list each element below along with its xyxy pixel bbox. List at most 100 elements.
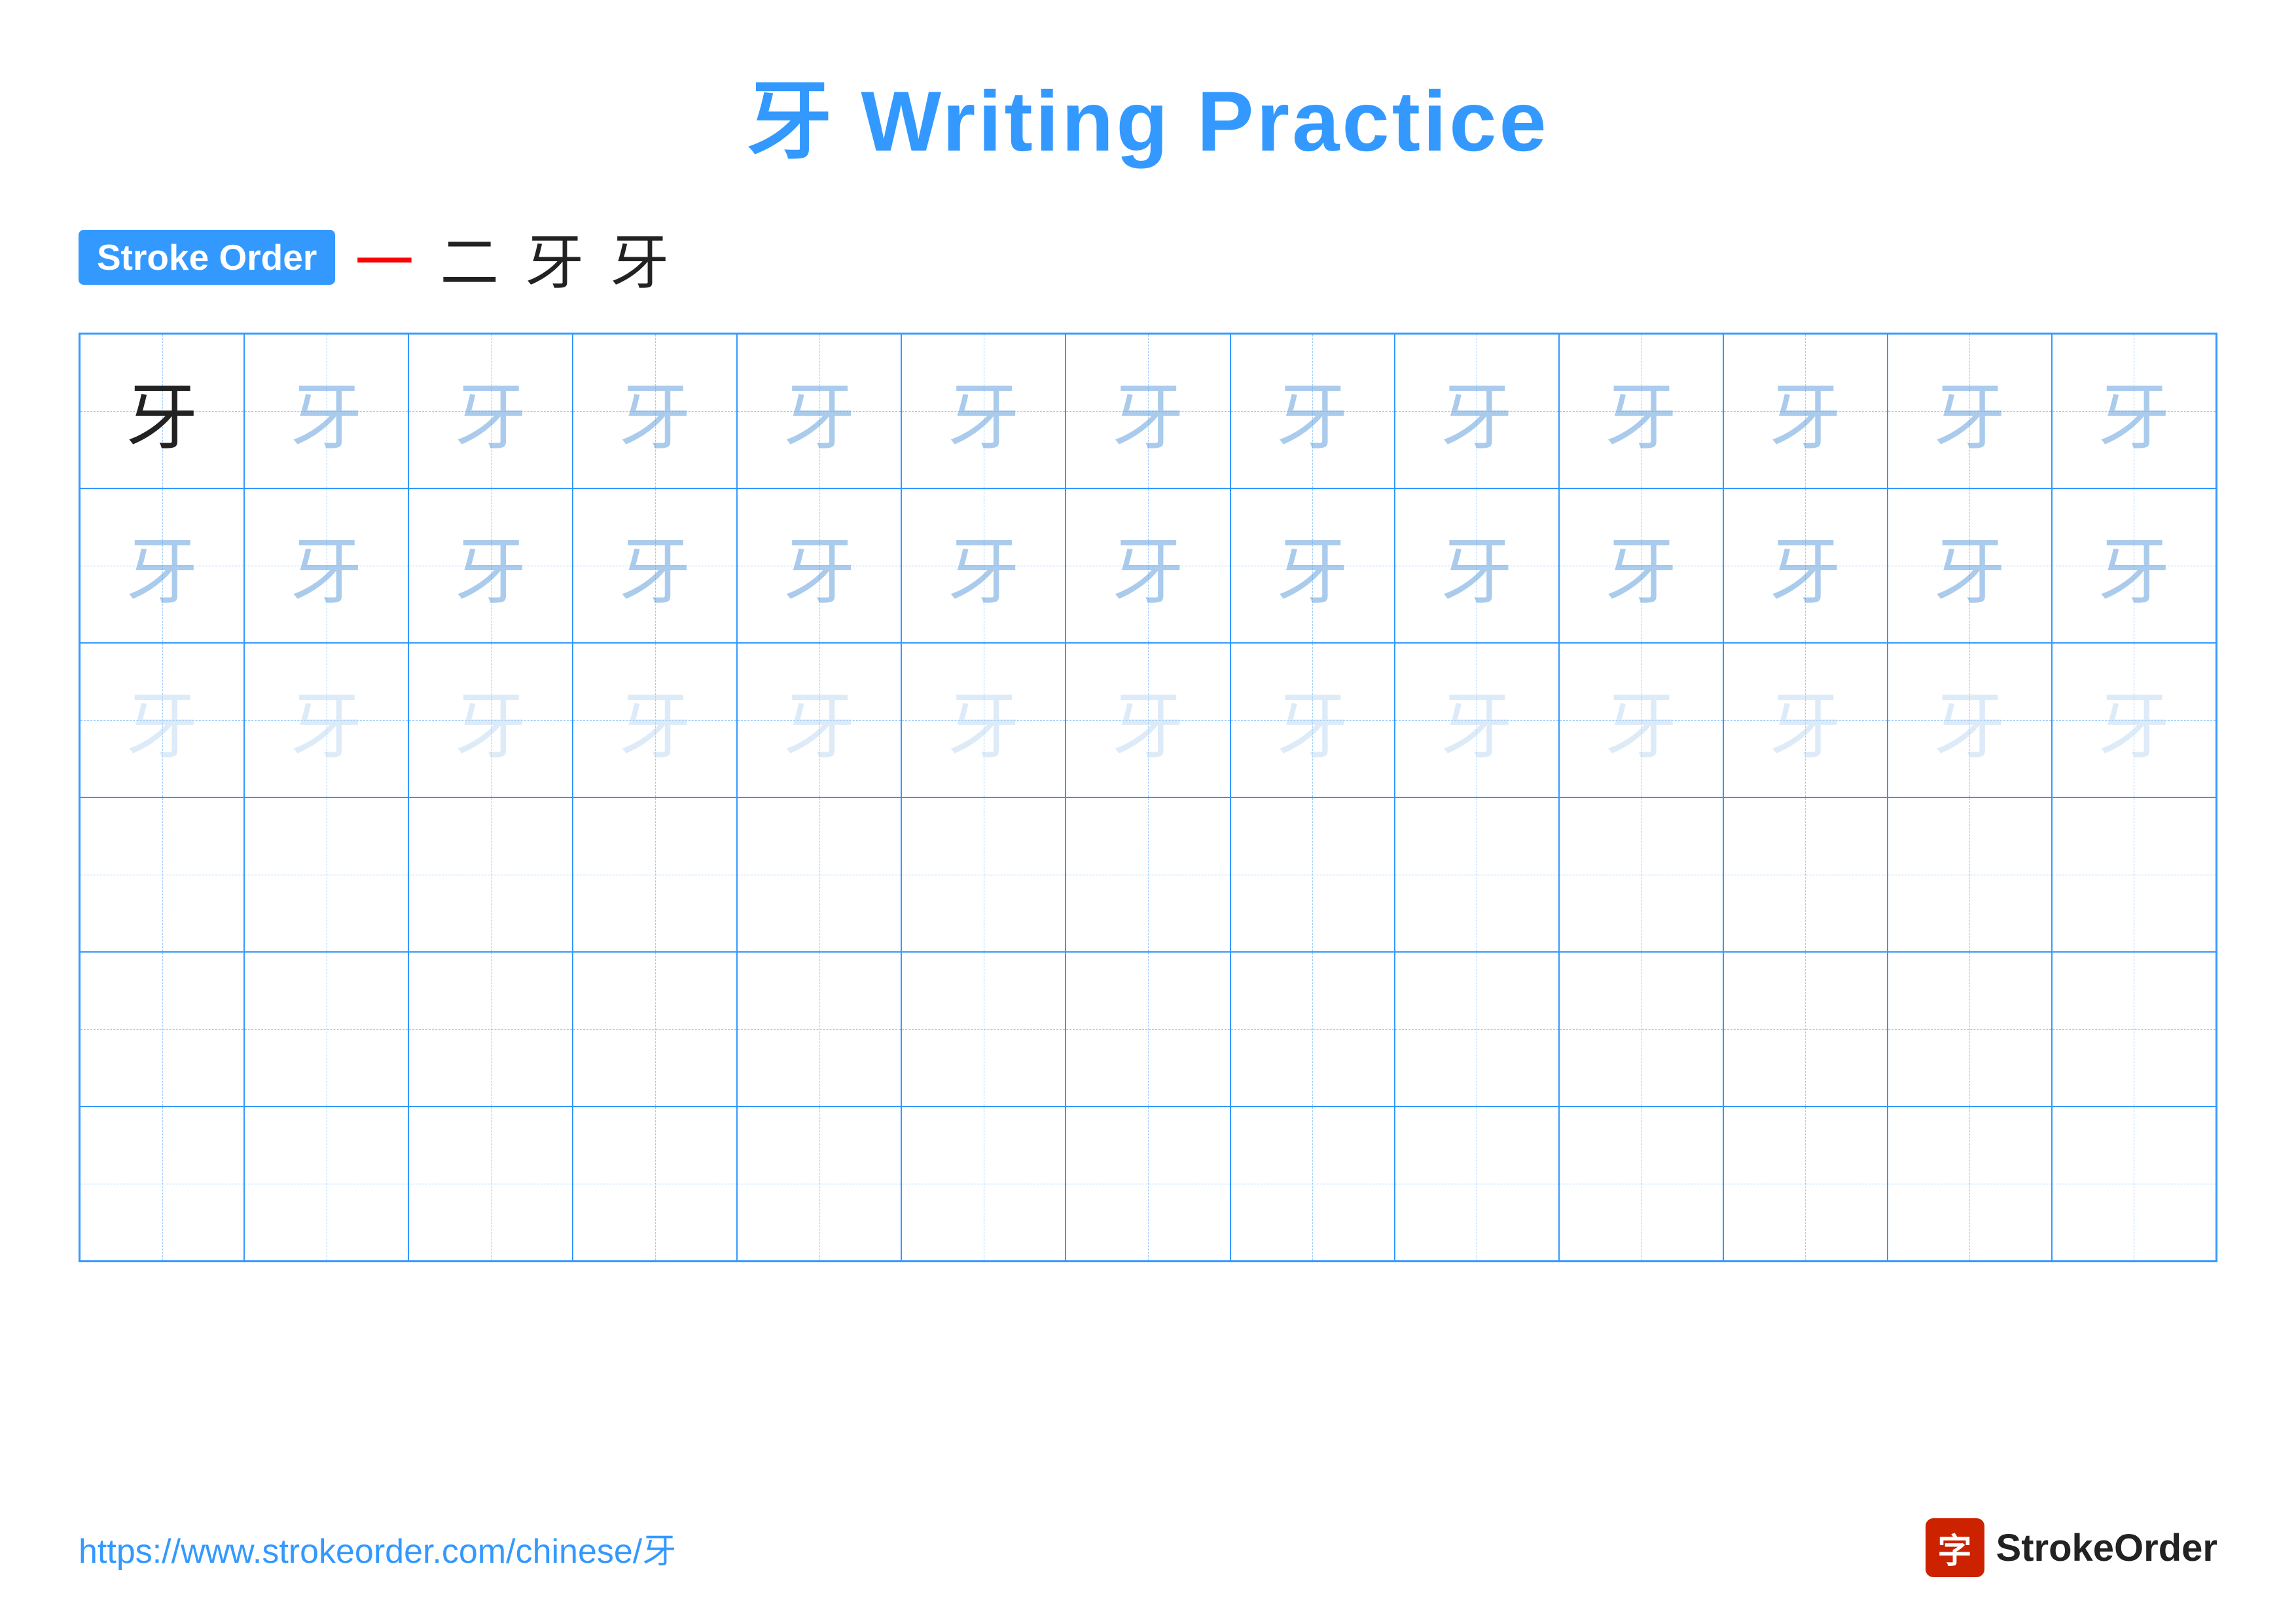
grid-cell[interactable]: 牙 (408, 643, 573, 797)
grid-cell[interactable] (408, 797, 573, 952)
grid-cell[interactable] (737, 952, 901, 1106)
grid-cell[interactable] (80, 1106, 244, 1261)
grid-cell[interactable] (1559, 952, 1723, 1106)
grid-cell[interactable] (2052, 797, 2216, 952)
grid-cell[interactable] (1230, 797, 1395, 952)
grid-cell[interactable] (1395, 797, 1559, 952)
grid-cell[interactable]: 牙 (1888, 488, 2052, 643)
grid-cell[interactable]: 牙 (573, 488, 737, 643)
grid-cell[interactable]: 牙 (573, 643, 737, 797)
grid-cell[interactable]: 牙 (1723, 643, 1888, 797)
writing-grid[interactable]: 牙牙牙牙牙牙牙牙牙牙牙牙牙牙牙牙牙牙牙牙牙牙牙牙牙牙牙牙牙牙牙牙牙牙牙牙牙牙牙 (79, 333, 2217, 1262)
grid-char: 牙 (1769, 359, 1841, 464)
grid-cell[interactable]: 牙 (1888, 334, 2052, 488)
grid-cell[interactable] (901, 952, 1066, 1106)
grid-cell[interactable]: 牙 (1723, 334, 1888, 488)
grid-cell[interactable]: 牙 (408, 334, 573, 488)
grid-cell[interactable]: 牙 (244, 334, 408, 488)
grid-cell[interactable] (80, 797, 244, 952)
logo-text: StrokeOrder (1996, 1526, 2217, 1570)
grid-cell[interactable] (1723, 952, 1888, 1106)
grid-cell[interactable]: 牙 (901, 334, 1066, 488)
grid-cell[interactable]: 牙 (2052, 488, 2216, 643)
grid-cell[interactable]: 牙 (1066, 334, 1230, 488)
grid-cell[interactable] (1888, 797, 2052, 952)
grid-cell[interactable]: 牙 (573, 334, 737, 488)
grid-char: 牙 (455, 359, 527, 464)
grid-cell[interactable]: 牙 (1066, 488, 1230, 643)
grid-cell[interactable]: 牙 (1230, 334, 1395, 488)
grid-cell[interactable]: 牙 (2052, 643, 2216, 797)
grid-cell[interactable]: 牙 (737, 488, 901, 643)
grid-char: 牙 (1276, 668, 1348, 773)
page-title: 牙 Writing Practice (79, 52, 2217, 175)
grid-cell[interactable]: 牙 (1230, 643, 1395, 797)
grid-char: 牙 (291, 668, 363, 773)
grid-cell[interactable]: 牙 (80, 643, 244, 797)
grid-cell[interactable]: 牙 (1066, 643, 1230, 797)
grid-char: 牙 (1441, 359, 1513, 464)
grid-cell[interactable]: 牙 (1230, 488, 1395, 643)
grid-cell[interactable]: 牙 (737, 334, 901, 488)
grid-cell[interactable] (80, 952, 244, 1106)
grid-cell[interactable]: 牙 (1723, 488, 1888, 643)
grid-cell[interactable]: 牙 (1395, 334, 1559, 488)
grid-cell[interactable]: 牙 (1395, 643, 1559, 797)
grid-cell[interactable] (1066, 1106, 1230, 1261)
grid-cell[interactable] (573, 952, 737, 1106)
grid-cell[interactable]: 牙 (80, 334, 244, 488)
title-writing-practice: Writing Practice (861, 73, 1549, 169)
stroke-step-3: 牙 (525, 215, 584, 300)
grid-cell[interactable]: 牙 (1395, 488, 1559, 643)
grid-cell[interactable]: 牙 (2052, 334, 2216, 488)
grid-cell[interactable] (737, 797, 901, 952)
grid-cell[interactable] (1559, 797, 1723, 952)
grid-char: 牙 (1112, 668, 1184, 773)
footer-logo: 字 StrokeOrder (1926, 1518, 2217, 1577)
grid-cell[interactable] (2052, 952, 2216, 1106)
grid-char: 牙 (1605, 359, 1677, 464)
grid-cell[interactable] (573, 797, 737, 952)
grid-cell[interactable]: 牙 (80, 488, 244, 643)
grid-cell[interactable]: 牙 (1888, 643, 2052, 797)
grid-char: 牙 (1769, 668, 1841, 773)
grid-cell[interactable]: 牙 (1559, 643, 1723, 797)
grid-cell[interactable]: 牙 (737, 643, 901, 797)
grid-char: 牙 (783, 668, 855, 773)
grid-cell[interactable] (1230, 952, 1395, 1106)
grid-cell[interactable] (244, 797, 408, 952)
grid-cell[interactable] (1066, 797, 1230, 952)
grid-char: 牙 (948, 359, 1020, 464)
grid-cell[interactable] (901, 797, 1066, 952)
grid-cell[interactable] (1230, 1106, 1395, 1261)
grid-cell[interactable]: 牙 (244, 643, 408, 797)
grid-cell[interactable] (573, 1106, 737, 1261)
grid-cell[interactable]: 牙 (901, 643, 1066, 797)
grid-char: 牙 (948, 513, 1020, 618)
grid-cell[interactable] (408, 1106, 573, 1261)
grid-char: 牙 (1933, 359, 2005, 464)
footer-url: https://www.strokeorder.com/chinese/牙 (79, 1523, 676, 1573)
grid-cell[interactable] (1888, 1106, 2052, 1261)
grid-cell[interactable]: 牙 (244, 488, 408, 643)
grid-cell[interactable] (1066, 952, 1230, 1106)
grid-char: 牙 (1769, 513, 1841, 618)
grid-cell[interactable]: 牙 (901, 488, 1066, 643)
grid-cell[interactable]: 牙 (1559, 334, 1723, 488)
grid-cell[interactable] (1723, 797, 1888, 952)
grid-cell[interactable]: 牙 (1559, 488, 1723, 643)
grid-char: 牙 (126, 513, 198, 618)
grid-cell[interactable] (1395, 1106, 1559, 1261)
grid-cell[interactable] (2052, 1106, 2216, 1261)
stroke-steps: 一 二 牙 牙 (355, 215, 669, 300)
grid-cell[interactable] (1723, 1106, 1888, 1261)
grid-cell[interactable] (737, 1106, 901, 1261)
grid-cell[interactable] (1888, 952, 2052, 1106)
grid-cell[interactable] (408, 952, 573, 1106)
grid-cell[interactable] (244, 1106, 408, 1261)
grid-cell[interactable] (1395, 952, 1559, 1106)
grid-cell[interactable] (901, 1106, 1066, 1261)
grid-cell[interactable]: 牙 (408, 488, 573, 643)
grid-cell[interactable] (244, 952, 408, 1106)
grid-cell[interactable] (1559, 1106, 1723, 1261)
